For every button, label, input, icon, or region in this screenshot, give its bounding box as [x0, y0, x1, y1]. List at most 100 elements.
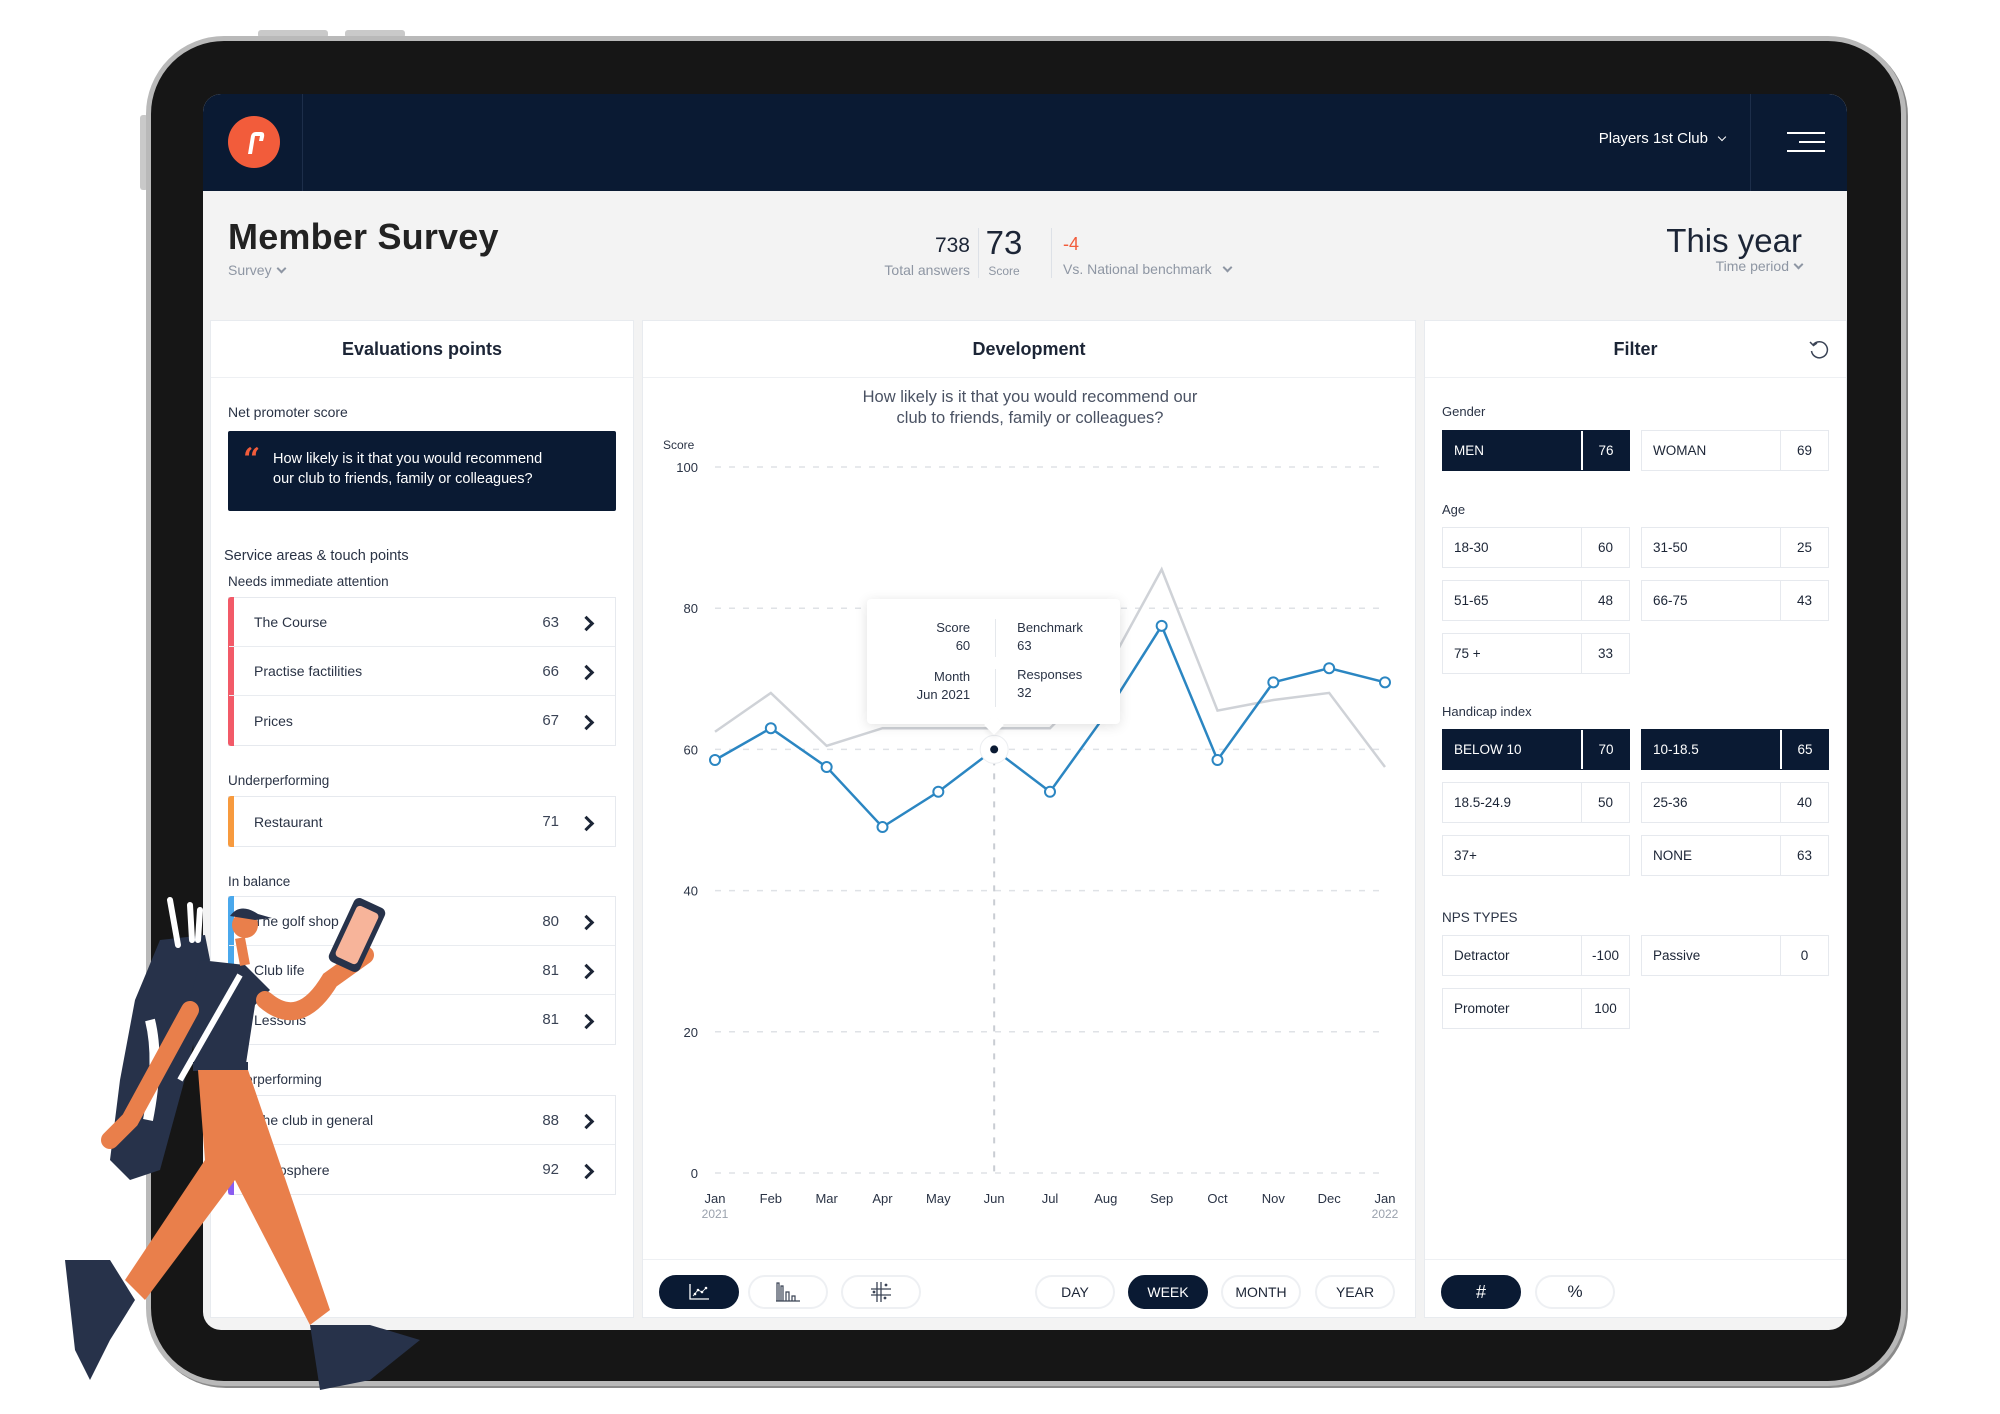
chip-value: 33: [1581, 634, 1629, 673]
row-name: Prices: [254, 712, 293, 729]
filter-chip-woman[interactable]: WOMAN 69: [1641, 430, 1829, 471]
nps-question-line2: our club to friends, family or colleague…: [273, 471, 533, 487]
chip-label: 25-36: [1653, 795, 1688, 810]
unit-percent-label: %: [1567, 1282, 1583, 1301]
filter-chip-handicap[interactable]: 25-36 40: [1641, 782, 1829, 823]
chip-label: 66-75: [1653, 593, 1688, 608]
tooltip-benchmark-label: Benchmark: [1017, 620, 1083, 636]
chip-label: 18-30: [1454, 540, 1489, 555]
tooltip-responses-value: 32: [1017, 685, 1032, 701]
x-tick-label: Jul: [1042, 1191, 1059, 1206]
granularity-month-button[interactable]: MONTH: [1221, 1275, 1301, 1309]
row-value: 80: [542, 912, 559, 930]
line-chart-button[interactable]: [659, 1275, 739, 1309]
chip-label: 37+: [1454, 848, 1477, 863]
chip-value: 43: [1780, 581, 1828, 620]
chevron-right-icon: [581, 1014, 593, 1026]
bar-chart-button[interactable]: [748, 1275, 828, 1309]
data-point-score[interactable]: [1323, 662, 1336, 675]
chip-label: 51-65: [1454, 593, 1489, 608]
filter-chip-handicap[interactable]: 37+: [1442, 835, 1630, 876]
data-point-score[interactable]: [932, 785, 945, 798]
score-label: Score: [988, 264, 1020, 278]
nps-question-card[interactable]: “ How likely is it that you would recomm…: [228, 431, 616, 511]
development-line-chart[interactable]: Score 020406080100 Jan2021Feb Mar Apr May Ju…: [643, 431, 1417, 1251]
benchmark-stat: -4 Vs. National benchmark: [1063, 234, 1233, 277]
x-tick-label: Mar: [815, 1191, 838, 1206]
development-panel: Development How likely is it that you wo…: [642, 320, 1416, 1318]
hamburger-menu-icon[interactable]: [1787, 132, 1825, 152]
row-value: 63: [542, 613, 559, 631]
row-value: 66: [542, 662, 559, 680]
data-point-score[interactable]: [709, 753, 721, 766]
filter-toolbar: # %: [1425, 1259, 1846, 1318]
y-tick-label: 60: [684, 742, 698, 757]
data-point-score[interactable]: [1379, 676, 1391, 689]
quote-icon: “: [243, 442, 261, 477]
filter-chip-nps-type[interactable]: Passive 0: [1641, 935, 1829, 976]
filter-chip-handicap[interactable]: BELOW 10 70: [1442, 729, 1630, 770]
reset-icon[interactable]: [1808, 339, 1830, 361]
data-point-score[interactable]: [1267, 676, 1280, 689]
time-period-selector[interactable]: This year Time period: [1666, 222, 1804, 274]
row-value: 88: [542, 1111, 559, 1129]
filter-chip-nps-type[interactable]: Detractor -100: [1442, 935, 1630, 976]
filter-chip-handicap[interactable]: 18.5-24.9 50: [1442, 782, 1630, 823]
time-period-dropdown[interactable]: Time period: [1666, 258, 1804, 274]
row-name: Practise factilities: [254, 663, 363, 679]
y-tick-label: 40: [684, 884, 698, 899]
survey-selector-label: Survey: [228, 262, 272, 278]
evaluation-row[interactable]: Restaurant 71: [229, 797, 615, 846]
x-tick-label: Jun: [984, 1191, 1005, 1206]
tooltip-month: Month Jun 2021: [917, 668, 971, 704]
filter-chip-men[interactable]: MEN 76: [1442, 430, 1630, 471]
line-chart-icon: [689, 1284, 709, 1300]
club-selector-dropdown[interactable]: Players 1st Club: [1598, 130, 1727, 147]
filter-chip-handicap[interactable]: NONE 63: [1641, 835, 1829, 876]
data-point-score[interactable]: [764, 722, 777, 735]
nps-question-line1: How likely is it that you would recommen…: [273, 451, 543, 467]
score-value: 73: [985, 224, 1023, 261]
x-tick-label: Dec: [1318, 1191, 1342, 1206]
granularity-year-button[interactable]: YEAR: [1315, 1275, 1395, 1309]
tooltip-benchmark-value: 63: [1017, 638, 1032, 654]
chip-value: 0: [1780, 936, 1828, 975]
chip-value: 50: [1581, 783, 1629, 822]
data-point-score[interactable]: [876, 821, 889, 834]
total-answers-label: Total answers: [884, 262, 970, 278]
granularity-day-button[interactable]: DAY: [1035, 1275, 1115, 1309]
data-point-score[interactable]: [820, 761, 833, 774]
service-areas-label: Service areas & touch points: [224, 548, 409, 564]
scatter-grid-button[interactable]: [841, 1275, 921, 1309]
row-name: The Course: [254, 614, 328, 630]
x-tick-label: Jan: [1375, 1191, 1396, 1206]
unit-count-button[interactable]: #: [1441, 1275, 1521, 1309]
survey-selector-dropdown[interactable]: Survey: [228, 262, 287, 278]
filter-section-label: Handicap index: [1442, 704, 1532, 719]
players-1st-logo-icon[interactable]: [228, 116, 280, 168]
filter-chip-age[interactable]: 51-65 48: [1442, 580, 1630, 621]
granularity-week-button[interactable]: WEEK: [1128, 1275, 1208, 1309]
data-point-score[interactable]: [1211, 753, 1224, 766]
chevron-right-icon: [581, 1164, 593, 1176]
filter-chip-handicap[interactable]: 10-18.5 65: [1641, 729, 1829, 770]
evaluation-row[interactable]: Prices 67: [229, 696, 615, 745]
filter-chip-age[interactable]: 75 + 33: [1442, 633, 1630, 674]
filter-chip-age[interactable]: 31-50 25: [1641, 527, 1829, 568]
data-point-score[interactable]: [1044, 785, 1056, 798]
evaluation-row[interactable]: Practise factilities 66: [229, 647, 615, 696]
filter-chip-age[interactable]: 66-75 43: [1641, 580, 1829, 621]
club-selector-label: Players 1st Club: [1598, 130, 1708, 147]
data-point-score[interactable]: [1155, 619, 1168, 632]
x-tick-label: Aug: [1094, 1191, 1117, 1206]
chip-label: 31-50: [1653, 540, 1688, 555]
filter-panel: Filter Gender MEN 76 WOMAN 69 Age 18-30 60 …: [1424, 320, 1847, 1318]
unit-percent-button[interactable]: %: [1535, 1275, 1615, 1309]
filter-chip-nps-type[interactable]: Promoter 100: [1442, 988, 1630, 1029]
row-value: 67: [542, 712, 559, 729]
evaluation-row[interactable]: The Course 63: [229, 598, 615, 647]
chip-value: 63: [1780, 836, 1828, 875]
benchmark-selector-dropdown[interactable]: Vs. National benchmark: [1063, 261, 1233, 277]
filter-chip-age[interactable]: 18-30 60: [1442, 527, 1630, 568]
chart-title-line2: club to friends, family or colleagues?: [896, 409, 1164, 427]
